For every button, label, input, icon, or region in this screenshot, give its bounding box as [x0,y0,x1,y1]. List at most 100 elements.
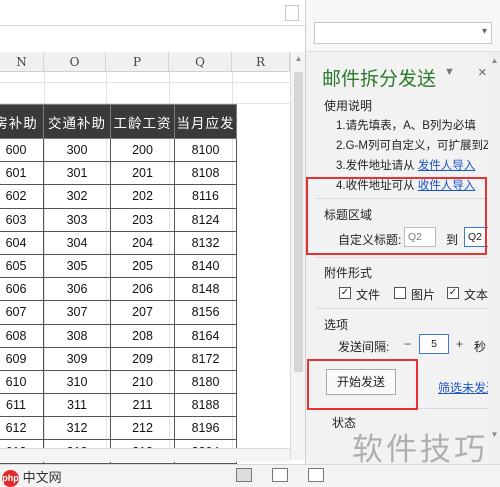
scroll-up-icon[interactable]: ▲ [293,54,304,64]
table-cell[interactable]: 206 [110,277,175,302]
table-row: 607 307 207 8156 [0,300,237,325]
table-cell[interactable]: 208 [110,323,175,348]
salary-table: 房补助 交通补助 工龄工资 当月应发 600 300 200 8100 601 301 20… [0,104,237,464]
table-cell[interactable]: 311 [43,393,111,418]
column-header-q[interactable]: Q [169,52,232,72]
table-cell[interactable]: 606 [0,277,44,302]
options-section-label: 选项 [324,318,349,332]
scroll-down-icon[interactable]: ▼ [489,430,500,439]
column-header-o[interactable]: O [44,52,106,72]
header-seniority-pay[interactable]: 工龄工资 [110,104,175,139]
sheet-horizontal-scrollbar[interactable] [0,448,290,462]
table-cell[interactable]: 211 [110,393,175,418]
table-cell[interactable]: 210 [110,369,175,395]
table-cell[interactable]: 604 [0,230,44,255]
table-row: 604 304 204 8132 [0,230,237,255]
page-break-view-icon[interactable] [308,468,324,482]
table-cell[interactable]: 8116 [174,184,237,209]
table-cell[interactable]: 610 [0,369,44,395]
table-cell[interactable]: 308 [43,323,111,348]
header-monthly-gross[interactable]: 当月应发 [174,104,237,139]
table-header-row: 房补助 交通补助 工龄工资 当月应发 [0,104,237,139]
table-cell[interactable]: 8188 [174,393,237,418]
interval-unit-label: 秒 [474,340,487,354]
table-body: 600 300 200 8100 601 301 201 8108 602 302 202 8116 6… [0,137,237,464]
divider [316,308,491,309]
table-cell[interactable]: 310 [43,369,111,395]
table-cell[interactable]: 605 [0,253,44,279]
table-cell[interactable]: 207 [110,300,175,325]
chevron-down-icon[interactable]: ▾ [482,26,487,37]
pane-dropdown[interactable]: ▾ [314,22,492,44]
site-logo: php 中文网 [2,467,62,487]
table-cell[interactable]: 602 [0,184,44,209]
table-cell[interactable]: 301 [43,161,111,186]
scrollbar-thumb[interactable] [294,72,303,372]
attachment-text-checkbox[interactable]: ✓ [447,287,459,299]
header-housing-subsidy[interactable]: 房补助 [0,104,44,139]
table-row: 610 310 210 8180 [0,369,237,395]
table-cell[interactable]: 8124 [174,207,237,232]
table-cell[interactable]: 8164 [174,323,237,348]
table-cell[interactable]: 612 [0,416,44,441]
interval-increment-button[interactable]: + [456,337,463,351]
normal-view-icon[interactable] [236,468,252,482]
table-cell[interactable]: 200 [110,137,175,163]
table-cell[interactable]: 201 [110,161,175,186]
scroll-up-icon[interactable]: ▲ [489,56,500,65]
highlight-start-button [307,359,418,410]
table-cell[interactable]: 204 [110,230,175,255]
column-header-n[interactable]: N [0,52,44,72]
table-cell[interactable]: 202 [110,184,175,209]
table-cell[interactable]: 8132 [174,230,237,255]
pane-menu-chevron-icon[interactable]: ▼ [444,66,455,78]
table-cell[interactable]: 307 [43,300,111,325]
table-cell[interactable]: 205 [110,253,175,279]
table-cell[interactable]: 306 [43,277,111,302]
formula-bar[interactable] [0,0,305,26]
table-cell[interactable]: 603 [0,207,44,232]
table-cell[interactable]: 203 [110,207,175,232]
table-cell[interactable]: 8108 [174,161,237,186]
table-cell[interactable]: 8140 [174,253,237,279]
table-cell[interactable]: 305 [43,253,111,279]
table-cell[interactable]: 609 [0,346,44,371]
table-cell[interactable]: 608 [0,323,44,348]
table-cell[interactable]: 312 [43,416,111,441]
import-sender-link[interactable]: 发件人导入 [418,160,476,172]
table-cell[interactable]: 8100 [174,137,237,163]
table-cell[interactable]: 8196 [174,416,237,441]
table-cell[interactable]: 611 [0,393,44,418]
table-cell[interactable]: 302 [43,184,111,209]
column-header-p[interactable]: P [106,52,169,72]
sheet-vertical-scrollbar[interactable]: ▲ [290,52,305,460]
attachment-file-checkbox[interactable]: ✓ [339,287,351,299]
table-cell[interactable]: 303 [43,207,111,232]
table-cell[interactable]: 607 [0,300,44,325]
interval-decrement-button[interactable]: − [404,337,411,351]
header-transport-subsidy[interactable]: 交通补助 [43,104,111,139]
table-cell[interactable]: 8172 [174,346,237,371]
table-cell[interactable]: 600 [0,137,44,163]
interval-input[interactable]: 5 [419,334,449,354]
table-cell[interactable]: 212 [110,416,175,441]
table-cell[interactable]: 304 [43,230,111,255]
attachment-image-label: 图片 [411,288,436,302]
pane-vertical-scrollbar[interactable]: ▲ ▼ [488,52,500,464]
table-row: 600 300 200 8100 [0,137,237,163]
table-cell[interactable]: 300 [43,137,111,163]
spreadsheet-area: N O P Q R 房补助 交通补助 工龄工资 当月应发 600 300 200 81… [0,0,305,487]
formula-bar-expand-button[interactable] [285,5,299,21]
close-icon[interactable]: × [478,64,487,81]
table-cell[interactable]: 601 [0,161,44,186]
instruction-line-3-text: 3.发件地址请从 [336,160,418,172]
page-layout-view-icon[interactable] [272,468,288,482]
table-cell[interactable]: 209 [110,346,175,371]
table-cell[interactable]: 8180 [174,369,237,395]
table-cell[interactable]: 8156 [174,300,237,325]
instruction-line-1: 1.请先填表，A、B列为必填 [336,120,476,132]
table-cell[interactable]: 8148 [174,277,237,302]
table-cell[interactable]: 309 [43,346,111,371]
attachment-image-checkbox[interactable] [394,287,406,299]
column-header-r[interactable]: R [232,52,290,72]
